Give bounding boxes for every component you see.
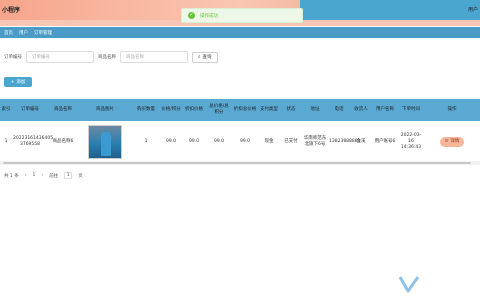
success-toast: ✓ 操作成功 bbox=[181, 8, 303, 23]
product-image[interactable] bbox=[88, 125, 122, 160]
cell-address: 华南师范东北旗下6号 bbox=[302, 121, 328, 165]
product-name-input[interactable]: 商品名称 bbox=[120, 51, 188, 63]
pagination: 共 1 条 ‹ 1 › 前往 1 页 bbox=[4, 172, 83, 179]
product-label: 商品名称 bbox=[98, 55, 116, 60]
col-status: 状态 bbox=[280, 99, 302, 121]
cell-actions: ⊙ 详情 bbox=[424, 121, 480, 165]
detail-button-label: 详情 bbox=[450, 139, 460, 145]
cell-index: 1 bbox=[0, 121, 12, 165]
app-title: 小程序 bbox=[2, 7, 21, 14]
cell-quantity: 1 bbox=[132, 121, 160, 165]
brand-logo-icon bbox=[398, 276, 420, 293]
search-button[interactable]: ⌕ 查询 bbox=[192, 51, 218, 63]
orders-table: 索引 订单编号 商品名称 商品图片 购买数量 价格/积分 折扣价格 总价格/总积… bbox=[0, 99, 480, 165]
col-user-name: 用户名称 bbox=[372, 99, 398, 121]
col-product-name: 商品名称 bbox=[48, 99, 78, 121]
cell-discount-total: 99.0 bbox=[232, 121, 258, 165]
order-label: 订单编号 bbox=[4, 55, 22, 60]
toast-message: 操作成功 bbox=[200, 13, 218, 19]
horizontal-scrollbar[interactable] bbox=[0, 161, 480, 165]
col-address: 地址 bbox=[302, 99, 328, 121]
detail-button[interactable]: ⊙ 详情 bbox=[439, 137, 465, 148]
add-button[interactable]: + 添加 bbox=[4, 77, 32, 87]
goto-label: 前往 bbox=[49, 173, 59, 179]
col-price: 价格/积分 bbox=[160, 99, 182, 121]
plus-icon: + bbox=[10, 79, 15, 85]
col-phone: 电话 bbox=[328, 99, 350, 121]
col-discount-total: 折扣总价格 bbox=[232, 99, 258, 121]
search-bar: 订单编号 订单编号 商品名称 商品名称 ⌕ 查询 bbox=[0, 50, 218, 64]
cell-total-price: 99.0 bbox=[206, 121, 232, 165]
cell-user-name: 用户账号6 bbox=[372, 121, 398, 165]
tab-orders[interactable]: 订单管理 bbox=[34, 30, 52, 36]
add-button-label: 添加 bbox=[16, 80, 26, 85]
top-bar-band bbox=[300, 0, 480, 20]
col-quantity: 购买数量 bbox=[132, 99, 160, 121]
col-index: 索引 bbox=[0, 99, 12, 121]
search-button-label: 查询 bbox=[202, 55, 212, 60]
cell-product-name: 商品名称6 bbox=[48, 121, 78, 165]
col-order-time: 下单时间 bbox=[398, 99, 424, 121]
table-row[interactable]: 1 20223161436405 3769558 商品名称6 1 99.0 99… bbox=[0, 121, 480, 165]
col-payment-type: 支付类型 bbox=[258, 99, 280, 121]
check-icon: ✓ bbox=[188, 12, 195, 19]
total-count: 共 1 条 bbox=[4, 173, 19, 179]
nav-tabs: 首页 用户 订单管理 bbox=[0, 27, 480, 38]
order-number-input[interactable]: 订单编号 bbox=[26, 51, 94, 63]
cell-phone: 13823888881 bbox=[328, 121, 361, 165]
col-order-number: 订单编号 bbox=[12, 99, 48, 121]
next-page-icon[interactable]: › bbox=[41, 173, 43, 178]
search-icon: ⌕ bbox=[198, 55, 201, 60]
page-unit: 页 bbox=[78, 173, 83, 179]
prev-page-icon[interactable]: ‹ bbox=[25, 173, 27, 178]
table-header: 索引 订单编号 商品名称 商品图片 购买数量 价格/积分 折扣价格 总价格/总积… bbox=[0, 99, 480, 121]
goto-page-input[interactable]: 1 bbox=[64, 172, 73, 179]
cell-discount-price: 99.0 bbox=[182, 121, 206, 165]
col-total-price: 总价格/总积分 bbox=[206, 99, 232, 121]
scrollbar-thumb[interactable] bbox=[3, 162, 471, 164]
cell-payment-type: 现金 bbox=[258, 121, 280, 165]
col-discount-price: 折扣价格 bbox=[182, 99, 206, 121]
cell-product-image bbox=[78, 121, 132, 165]
col-actions: 操作 bbox=[424, 99, 480, 121]
tab-home[interactable]: 首页 bbox=[4, 30, 13, 36]
detail-icon: ⊙ bbox=[444, 139, 449, 145]
cell-status: 已支付 bbox=[280, 121, 302, 165]
cell-order-number: 20223161436405 3769558 bbox=[12, 121, 53, 165]
cell-price: 99.0 bbox=[160, 121, 182, 165]
user-menu[interactable]: 用户 bbox=[468, 6, 478, 13]
cell-order-time: 2022-03-16 14:36:43 bbox=[398, 121, 424, 165]
current-page[interactable]: 1 bbox=[33, 173, 36, 178]
col-product-image: 商品图片 bbox=[78, 99, 132, 121]
tab-user[interactable]: 用户 bbox=[19, 30, 28, 36]
col-receiver: 收货人 bbox=[350, 99, 372, 121]
